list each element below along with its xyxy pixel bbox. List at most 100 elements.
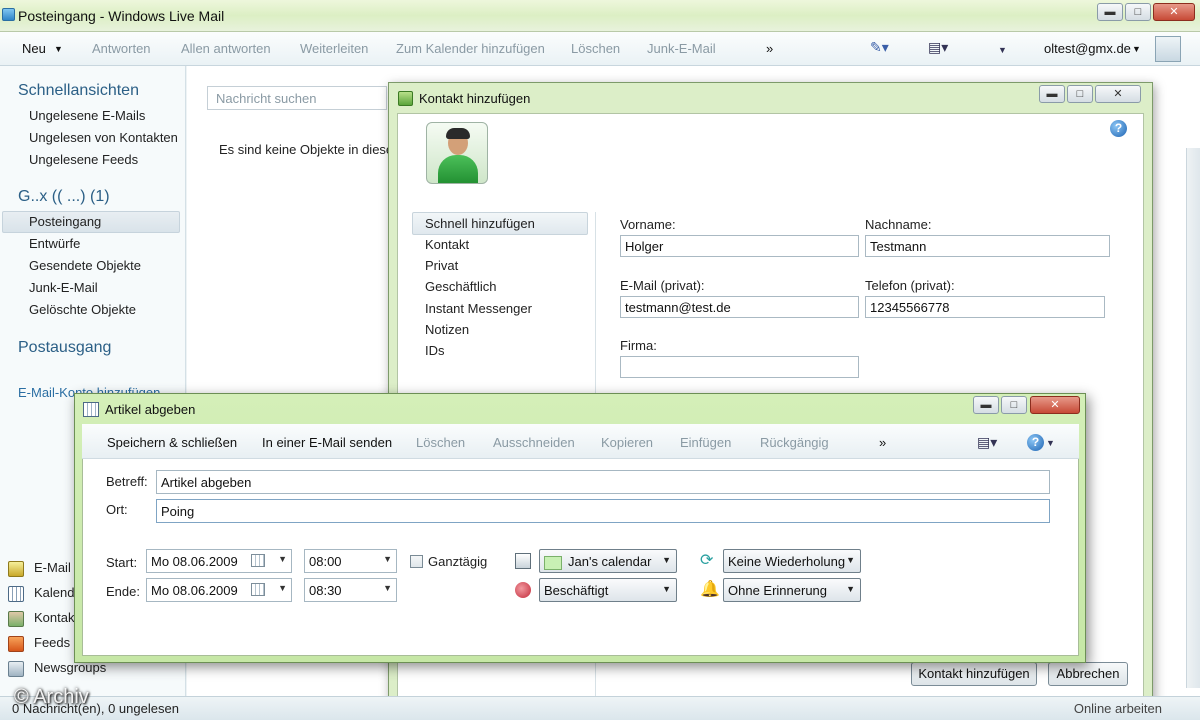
- contact-maximize-button[interactable]: □: [1067, 85, 1093, 103]
- cut-button[interactable]: Ausschneiden: [493, 435, 575, 450]
- quick-view-unread-feeds[interactable]: Ungelesene Feeds: [29, 152, 138, 167]
- company-label: Firma:: [620, 338, 657, 353]
- category-contact[interactable]: Kontakt: [425, 237, 469, 252]
- send-in-email-button[interactable]: In einer E-Mail senden: [262, 435, 392, 450]
- first-name-field[interactable]: Holger: [620, 235, 859, 257]
- last-name-field[interactable]: Testmann: [865, 235, 1110, 257]
- event-close-button[interactable]: ✕: [1030, 396, 1080, 414]
- event-help-icon[interactable]: ?: [1027, 434, 1044, 451]
- start-date-picker[interactable]: Mo 08.06.2009 ▼: [146, 549, 292, 573]
- module-email[interactable]: E-Mail: [8, 560, 71, 582]
- category-quick-add[interactable]: Schnell hinzufügen: [425, 216, 535, 231]
- quick-view-unread-contacts[interactable]: Ungelesen von Kontakten: [29, 130, 178, 145]
- chevron-down-icon: ▼: [846, 584, 855, 594]
- paste-button[interactable]: Einfügen: [680, 435, 731, 450]
- all-day-label: Ganztägig: [428, 554, 488, 569]
- end-time-picker[interactable]: 08:30 ▼: [304, 578, 397, 602]
- end-date-picker[interactable]: Mo 08.06.2009 ▼: [146, 578, 292, 602]
- new-button[interactable]: Neu: [22, 41, 46, 56]
- contact-close-button[interactable]: ✕: [1095, 85, 1141, 103]
- event-help-dropdown-icon[interactable]: ▼: [1046, 438, 1055, 448]
- location-field[interactable]: Poing: [156, 499, 1050, 523]
- busy-status-dropdown[interactable]: Beschäftigt ▼: [539, 578, 677, 602]
- undo-button[interactable]: Rückgängig: [760, 435, 829, 450]
- account-heading[interactable]: G..x (( ...) (1): [18, 188, 110, 206]
- online-status[interactable]: Online arbeiten: [1074, 701, 1162, 716]
- main-titlebar: Posteingang - Windows Live Mail ▬ □ ✕: [0, 0, 1200, 32]
- account-selector[interactable]: oltest@gmx.de: [1044, 41, 1131, 56]
- end-label: Ende:: [106, 584, 140, 599]
- folder-inbox[interactable]: Posteingang: [29, 214, 101, 229]
- maximize-button[interactable]: □: [1125, 3, 1151, 21]
- event-delete-button[interactable]: Löschen: [416, 435, 465, 450]
- category-private[interactable]: Privat: [425, 258, 458, 273]
- reminder-dropdown[interactable]: Ohne Erinnerung ▼: [723, 578, 861, 602]
- search-input[interactable]: Nachricht suchen: [207, 86, 387, 110]
- add-contact-button[interactable]: Kontakt hinzufügen: [911, 662, 1037, 686]
- email-field[interactable]: testmann@test.de: [620, 296, 859, 318]
- folder-junk[interactable]: Junk-E-Mail: [29, 280, 98, 295]
- quick-views-heading: Schnellansichten: [18, 82, 139, 99]
- contact-minimize-button[interactable]: ▬: [1039, 85, 1065, 103]
- start-time-picker[interactable]: 08:00 ▼: [304, 549, 397, 573]
- account-dropdown-icon[interactable]: ▼: [1132, 44, 1141, 54]
- cancel-contact-button[interactable]: Abbrechen: [1048, 662, 1128, 686]
- reading-pane-scrollbar[interactable]: [1186, 148, 1200, 688]
- newsgroups-module-icon: [8, 660, 24, 677]
- folder-sent[interactable]: Gesendete Objekte: [29, 258, 141, 273]
- event-menu-icon[interactable]: ▤▾: [977, 434, 997, 451]
- calendar-icon: [251, 583, 265, 596]
- windows-live-mail-icon: [2, 8, 15, 21]
- minimize-button[interactable]: ▬: [1097, 3, 1123, 21]
- archive-watermark: © Archiv: [14, 686, 89, 708]
- chevron-down-icon: ▼: [846, 555, 855, 565]
- quick-view-unread-email[interactable]: Ungelesene E-Mails: [29, 108, 145, 123]
- chevron-down-icon: ▼: [278, 583, 287, 593]
- contact-avatar-icon[interactable]: [426, 122, 488, 184]
- contact-window-icon: [398, 91, 413, 106]
- event-more-commands-button[interactable]: »: [879, 435, 886, 450]
- reply-all-button[interactable]: Allen antworten: [181, 41, 271, 56]
- menu-icon[interactable]: ▤▾: [928, 39, 948, 56]
- add-to-calendar-button[interactable]: Zum Kalender hinzufügen: [396, 41, 545, 56]
- location-label: Ort:: [106, 502, 128, 517]
- subject-field[interactable]: Artikel abgeben: [156, 470, 1050, 494]
- first-name-label: Vorname:: [620, 217, 676, 232]
- copy-button[interactable]: Kopieren: [601, 435, 653, 450]
- folder-deleted[interactable]: Gelöschte Objekte: [29, 302, 136, 317]
- category-notes[interactable]: Notizen: [425, 322, 469, 337]
- delete-button[interactable]: Löschen: [571, 41, 620, 56]
- close-button[interactable]: ✕: [1153, 3, 1195, 21]
- user-tile-icon[interactable]: [1155, 36, 1181, 62]
- chevron-down-icon: ▼: [383, 583, 392, 593]
- junk-button[interactable]: Junk-E-Mail: [647, 41, 716, 56]
- event-minimize-button[interactable]: ▬: [973, 396, 999, 414]
- more-commands-button[interactable]: »: [766, 41, 773, 56]
- recurrence-dropdown[interactable]: Keine Wiederholung ▼: [723, 549, 861, 573]
- calendar-color-swatch: [544, 555, 562, 570]
- reply-button[interactable]: Antworten: [92, 41, 151, 56]
- all-day-checkbox[interactable]: [410, 555, 423, 568]
- paintbrush-icon[interactable]: ✎▾: [870, 39, 889, 56]
- folder-drafts[interactable]: Entwürfe: [29, 236, 80, 251]
- module-feeds[interactable]: Feeds: [8, 635, 70, 657]
- category-instant-messenger[interactable]: Instant Messenger: [425, 301, 532, 316]
- new-dropdown-icon[interactable]: ▼: [54, 44, 63, 54]
- contact-help-icon[interactable]: ?: [1110, 120, 1127, 137]
- outbox-heading[interactable]: Postausgang: [18, 339, 111, 357]
- category-ids[interactable]: IDs: [425, 343, 445, 358]
- calendar-dropdown[interactable]: Jan's calendar ▼: [539, 549, 677, 573]
- subject-label: Betreff:: [106, 474, 148, 489]
- category-business[interactable]: Geschäftlich: [425, 279, 497, 294]
- company-field[interactable]: [620, 356, 859, 378]
- calendar-icon: [251, 554, 265, 567]
- forward-button[interactable]: Weiterleiten: [300, 41, 368, 56]
- recurrence-icon: ⟳: [700, 552, 714, 569]
- phone-field[interactable]: 12345566778: [865, 296, 1105, 318]
- event-dialog-title: Artikel abgeben: [105, 402, 196, 417]
- event-maximize-button[interactable]: □: [1001, 396, 1027, 414]
- save-close-button[interactable]: Speichern & schließen: [107, 435, 237, 450]
- help-dropdown-icon[interactable]: ▼: [998, 45, 1007, 55]
- event-window-calendar-icon: [83, 402, 99, 417]
- module-newsgroups[interactable]: Newsgroups: [8, 660, 106, 682]
